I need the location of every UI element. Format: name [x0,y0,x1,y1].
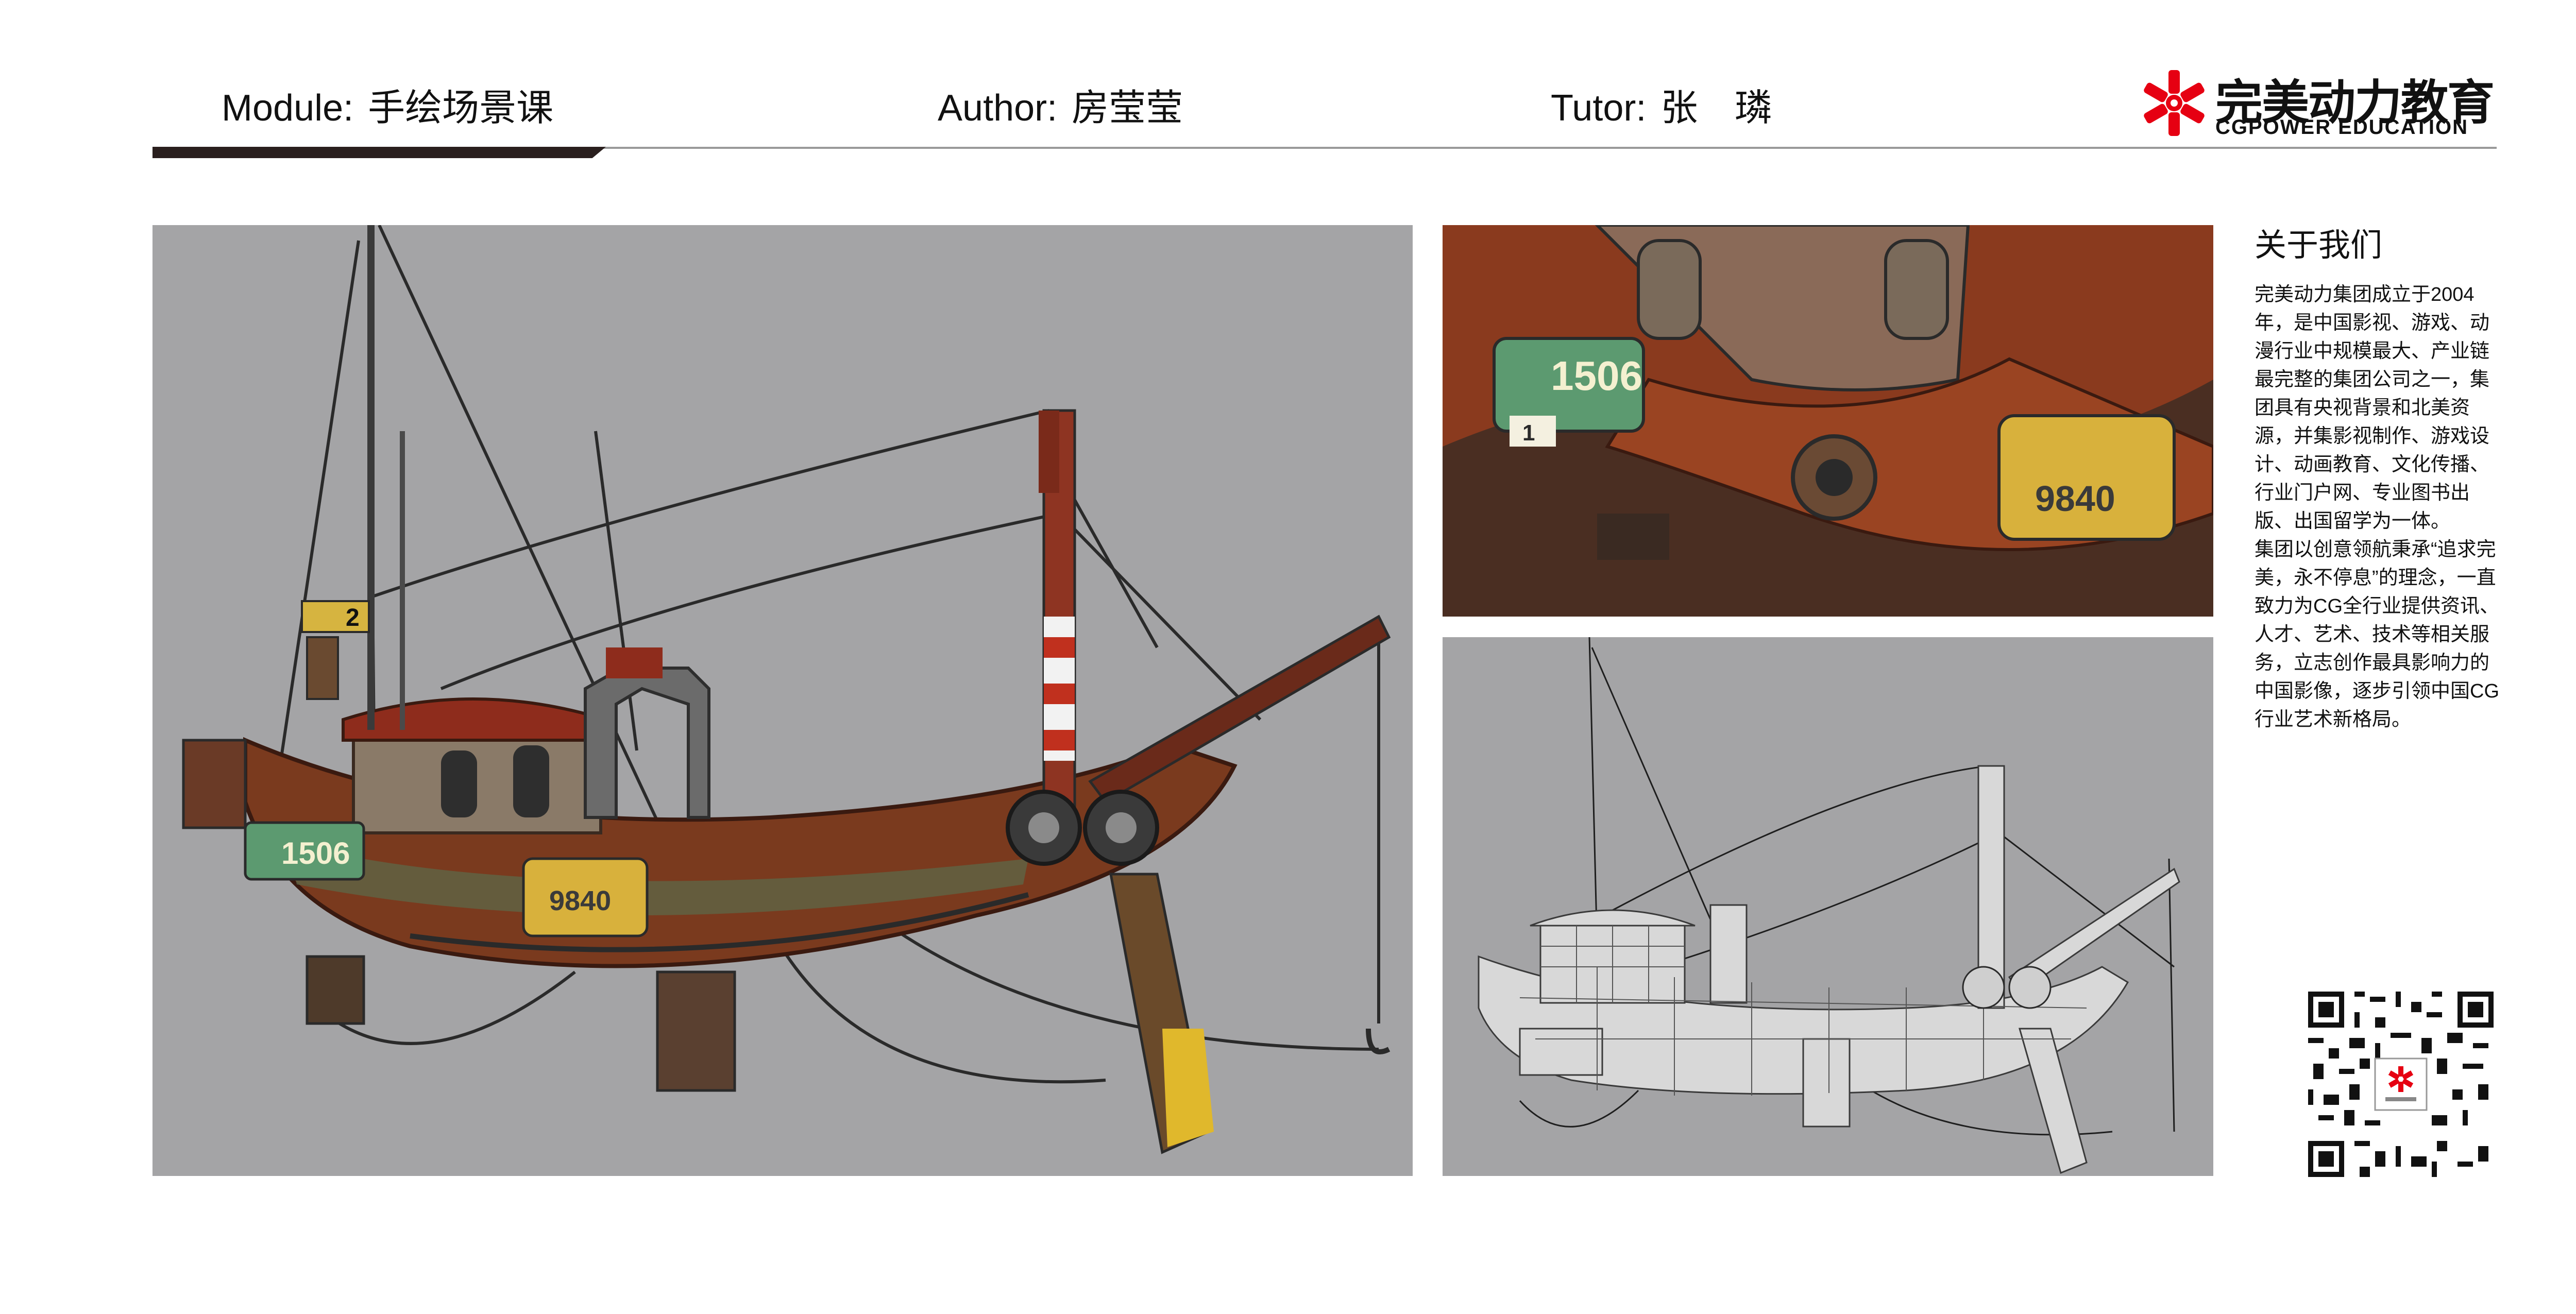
tutor-label: Tutor: [1551,88,1647,129]
detail-plate-left-number: 1506 [1551,353,1642,399]
plate-right-number: 9840 [549,885,611,916]
author-label: Author: [938,88,1058,129]
mast-plate-number: 2 [346,604,360,632]
tutor-value: 张 璘 [1660,88,1772,129]
detail-plate-small-number: 1 [1522,420,1535,446]
brand-logo: 完美动力教育 CGPOWER EDUCATION [2138,64,2499,142]
module-field: Module: 手绘场景课 [222,77,553,131]
author-value: 房莹莹 [1072,88,1183,129]
about-paragraph-2: 集团以创意领航秉承“追求完美，永不停息”的理念，一直致力为CG全行业提供资讯、人… [2255,539,2500,730]
boat-painting-main: 2 1506 9840 [152,225,1413,1176]
detail-plate-right-number: 9840 [2035,479,2115,519]
boat-wireframe-model [1443,637,2213,1176]
module-value: 手绘场景课 [368,88,554,129]
author-field: Author: 房莹莹 [938,77,1183,131]
qr-code-icon [2308,992,2494,1177]
boat-detail-closeup: 1506 1 9840 [1443,225,2213,617]
about-title: 关于我们 [2255,228,2383,263]
asterisk-logo-icon [2144,70,2205,136]
logo-english-name: CGPOWER EDUCATION [2215,116,2469,139]
tutor-field: Tutor: 张 璘 [1551,77,1772,131]
module-label: Module: [222,88,354,129]
about-paragraph-1: 完美动力集团成立于2004年，是中国影视、游戏、动漫行业中规模最大、产业链最完整… [2255,284,2490,532]
about-body: 完美动力集团成立于2004年，是中国影视、游戏、动漫行业中规模最大、产业链最完整… [2255,281,2502,734]
plate-left-number: 1506 [281,836,350,871]
header-divider-accent [152,147,606,158]
